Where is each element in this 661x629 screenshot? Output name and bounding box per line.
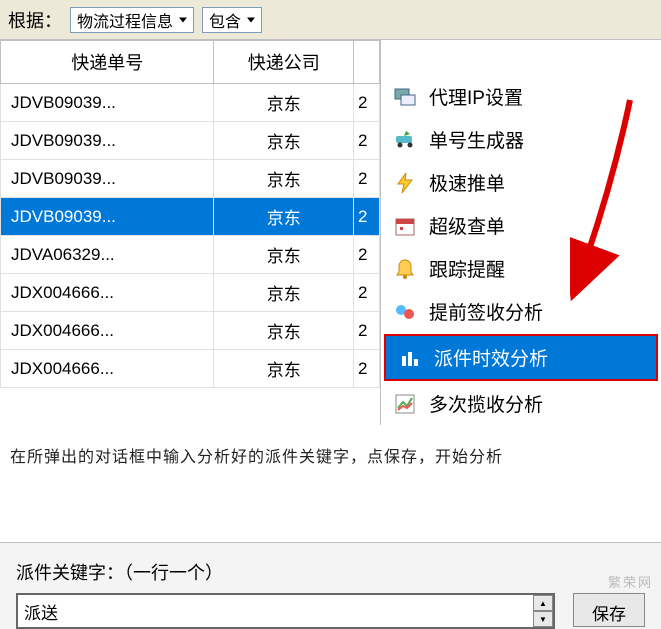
menu-item-label: 多次揽收分析 <box>429 390 543 417</box>
menu-item-1[interactable]: 单号生成器 <box>381 118 661 161</box>
table-row[interactable]: JDVB09039...京东2 <box>1 122 380 160</box>
cell-tracking-no: JDVB09039... <box>1 198 214 236</box>
cell-carrier: 京东 <box>214 350 354 388</box>
cell-extra: 2 <box>354 236 380 274</box>
cell-carrier: 京东 <box>214 198 354 236</box>
watermark: 繁荣网 <box>608 572 653 591</box>
menu-item-2[interactable]: 极速推单 <box>381 161 661 204</box>
cell-carrier: 京东 <box>214 274 354 312</box>
cell-extra: 2 <box>354 350 380 388</box>
menu-item-6[interactable]: 派件时效分析 <box>384 334 658 381</box>
bubbles-icon <box>393 300 417 324</box>
filter-field-dropdown[interactable]: 物流过程信息 <box>70 7 194 33</box>
col-extra[interactable] <box>354 41 380 84</box>
table-row[interactable]: JDX004666...京东2 <box>1 312 380 350</box>
filter-label: 根据： <box>8 7 62 33</box>
cell-extra: 2 <box>354 84 380 122</box>
cell-carrier: 京东 <box>214 236 354 274</box>
filter-bar: 根据： 物流过程信息 包含 <box>0 0 661 40</box>
menu-item-3[interactable]: 超级查单 <box>381 204 661 247</box>
bell-icon <box>393 257 417 281</box>
spinner-down-icon[interactable]: ▼ <box>533 611 553 627</box>
keyword-input[interactable] <box>16 593 555 629</box>
table-row[interactable]: JDVA06329...京东2 <box>1 236 380 274</box>
menu-item-label: 单号生成器 <box>429 126 524 153</box>
keyword-panel: 派件关键字：（一行一个） ▲ ▼ 保存 <box>0 542 661 629</box>
cell-extra: 2 <box>354 312 380 350</box>
table-row[interactable]: JDX004666...京东2 <box>1 274 380 312</box>
cell-carrier: 京东 <box>214 312 354 350</box>
menu-item-5[interactable]: 提前签收分析 <box>381 290 661 333</box>
car-icon <box>393 128 417 152</box>
bars-icon <box>398 346 422 370</box>
keyword-label: 派件关键字：（一行一个） <box>16 559 645 585</box>
cell-carrier: 京东 <box>214 84 354 122</box>
menu-item-0[interactable]: 代理IP设置 <box>381 75 661 118</box>
proxy-ip-icon <box>393 85 417 109</box>
col-tracking-no[interactable]: 快递单号 <box>1 41 214 84</box>
filter-op-dropdown[interactable]: 包含 <box>202 7 262 33</box>
cell-extra: 2 <box>354 122 380 160</box>
cell-tracking-no: JDX004666... <box>1 312 214 350</box>
cell-tracking-no: JDVB09039... <box>1 160 214 198</box>
cell-extra: 2 <box>354 274 380 312</box>
menu-item-label: 极速推单 <box>429 169 505 196</box>
cell-tracking-no: JDVB09039... <box>1 122 214 160</box>
lightning-icon <box>393 171 417 195</box>
cell-carrier: 京东 <box>214 122 354 160</box>
menu-item-4[interactable]: 跟踪提醒 <box>381 247 661 290</box>
cell-carrier: 京东 <box>214 160 354 198</box>
menu-item-label: 提前签收分析 <box>429 298 543 325</box>
menu-item-7[interactable]: 多次揽收分析 <box>381 382 661 425</box>
tracking-table: 快递单号 快递公司 JDVB09039...京东2JDVB09039...京东2… <box>0 40 380 425</box>
menu-item-partial[interactable]: 占 <box>381 40 661 75</box>
spinner-up-icon[interactable]: ▲ <box>533 595 553 611</box>
cell-tracking-no: JDVB09039... <box>1 84 214 122</box>
tools-menu: 占 代理IP设置单号生成器极速推单超级查单跟踪提醒提前签收分析派件时效分析多次揽… <box>380 40 661 425</box>
col-carrier[interactable]: 快递公司 <box>214 41 354 84</box>
save-button[interactable]: 保存 <box>573 593 645 627</box>
calendar-icon <box>393 214 417 238</box>
menu-item-label: 派件时效分析 <box>434 344 548 371</box>
chart-icon <box>393 392 417 416</box>
cell-extra: 2 <box>354 198 380 236</box>
cell-tracking-no: JDVA06329... <box>1 236 214 274</box>
table-row[interactable]: JDVB09039...京东2 <box>1 84 380 122</box>
instruction-text: 在所弹出的对话框中输入分析好的派件关键字，点保存，开始分析 <box>0 425 661 485</box>
cell-tracking-no: JDX004666... <box>1 274 214 312</box>
cell-tracking-no: JDX004666... <box>1 350 214 388</box>
table-row[interactable]: JDVB09039...京东2 <box>1 160 380 198</box>
menu-item-label: 代理IP设置 <box>429 83 523 110</box>
menu-item-label: 跟踪提醒 <box>429 255 505 282</box>
menu-item-label: 超级查单 <box>429 212 505 239</box>
cell-extra: 2 <box>354 160 380 198</box>
table-row[interactable]: JDX004666...京东2 <box>1 350 380 388</box>
table-row[interactable]: JDVB09039...京东2 <box>1 198 380 236</box>
partial-icon <box>393 44 417 68</box>
